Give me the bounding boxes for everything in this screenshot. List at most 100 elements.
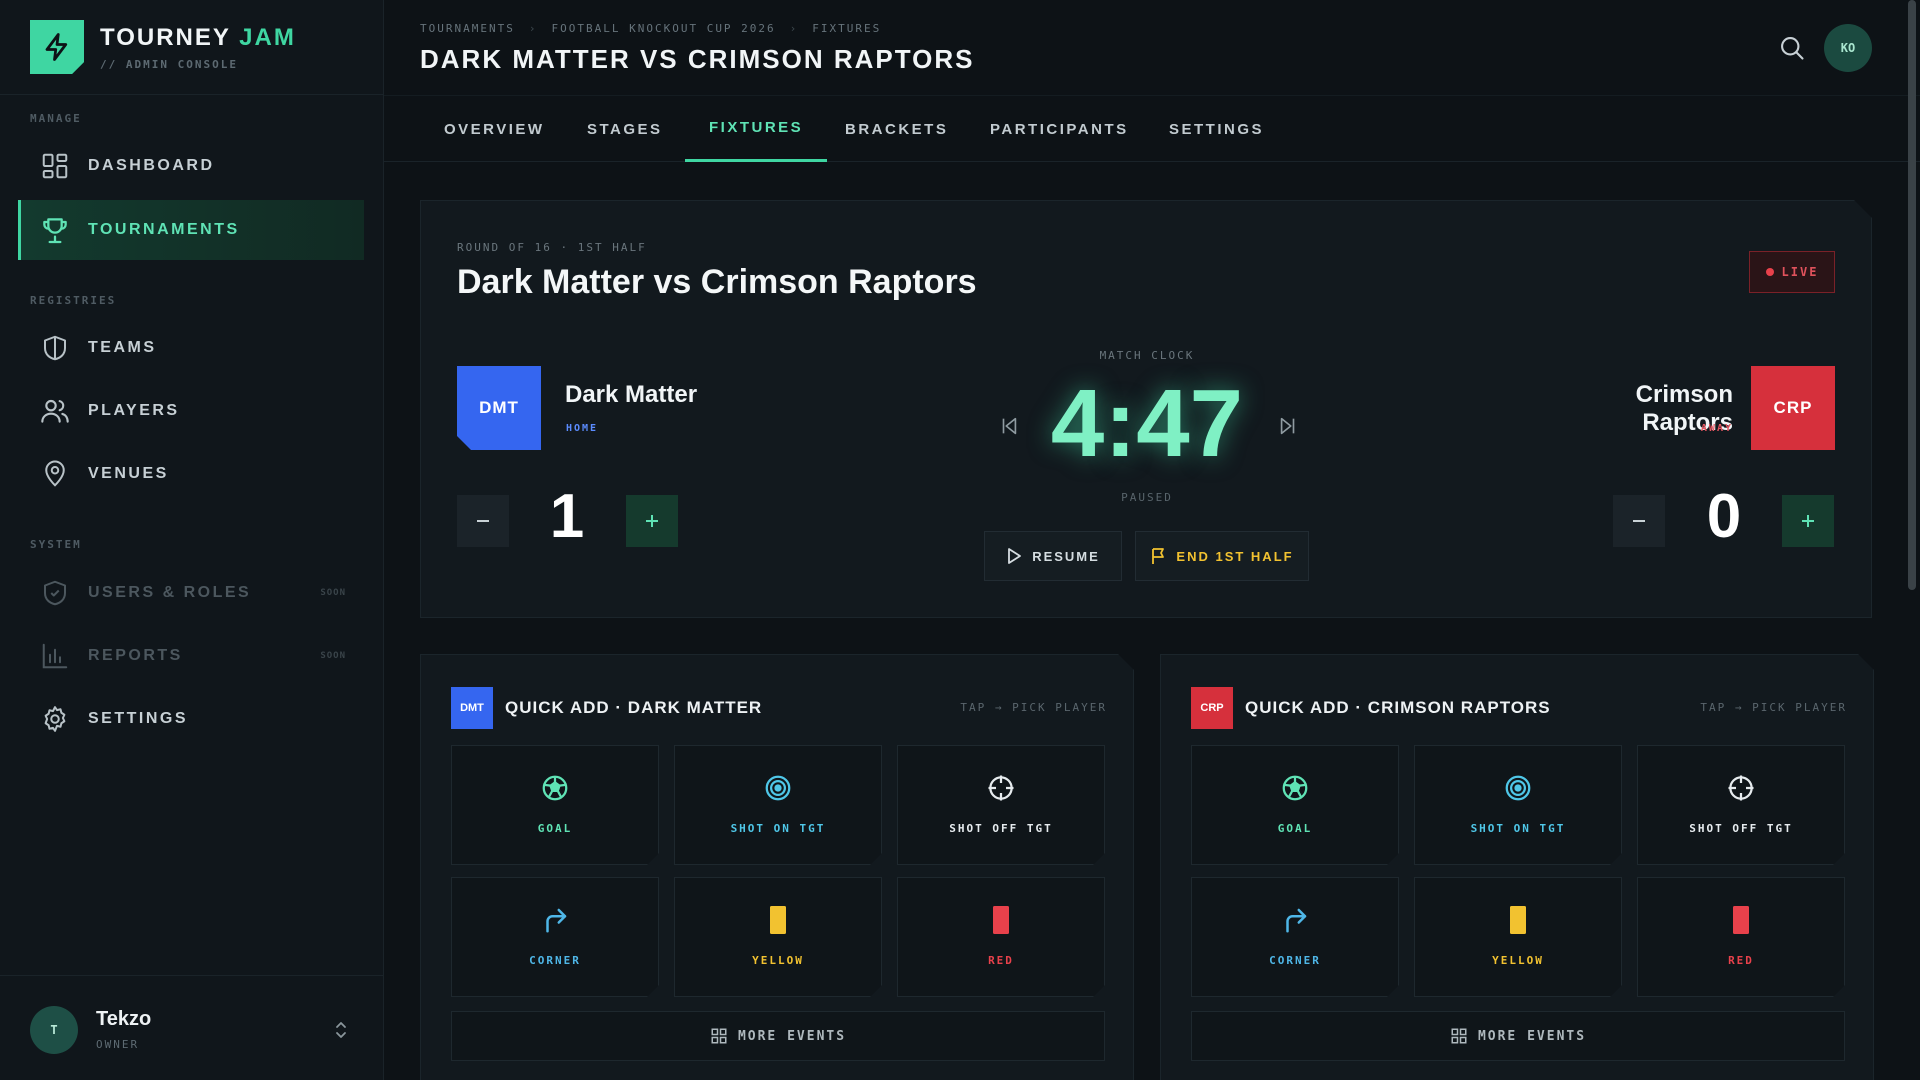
- away-team-badge: CRP: [1751, 366, 1835, 450]
- flag-icon: [1150, 547, 1166, 565]
- tab-stages[interactable]: STAGES: [587, 96, 663, 162]
- trophy-icon: [38, 213, 72, 247]
- event-corner-button[interactable]: CORNER: [1191, 877, 1399, 997]
- crosshair-icon: [898, 772, 1104, 804]
- status-badge: LIVE: [1749, 251, 1835, 293]
- tab-fixtures[interactable]: FIXTURES: [685, 96, 828, 162]
- nav-section-registries: REGISTRIES: [30, 294, 117, 307]
- quick-add-hint: TAP → PICK PLAYER: [960, 701, 1107, 714]
- nav-section-system: SYSTEM: [30, 538, 82, 551]
- quick-add-away-panel: CRP QUICK ADD · CRIMSON RAPTORS TAP → PI…: [1160, 654, 1874, 1080]
- event-shot-off-target-button[interactable]: SHOT OFF TGT: [897, 745, 1105, 865]
- tab-settings[interactable]: SETTINGS: [1169, 96, 1264, 162]
- event-corner-button[interactable]: CORNER: [451, 877, 659, 997]
- quick-add-title: QUICK ADD · CRIMSON RAPTORS: [1245, 698, 1551, 717]
- resume-button[interactable]: RESUME: [984, 531, 1122, 581]
- away-team-mini-badge: CRP: [1191, 687, 1233, 729]
- breadcrumb: TOURNAMENTS › FOOTBALL KNOCKOUT CUP 2026…: [420, 22, 881, 35]
- top-header: TOURNAMENTS › FOOTBALL KNOCKOUT CUP 2026…: [384, 0, 1920, 96]
- live-dot-icon: [1766, 268, 1774, 276]
- sidebar-item-label: PLAYERS: [88, 402, 180, 419]
- event-goal-button[interactable]: GOAL: [1191, 745, 1399, 865]
- quick-add-hint: TAP → PICK PLAYER: [1700, 701, 1847, 714]
- brand[interactable]: TOURNEY JAM // ADMIN CONSOLE: [30, 20, 296, 74]
- away-side-label: AWAY: [1700, 423, 1733, 434]
- shield-check-icon: [38, 576, 72, 610]
- home-score-increment-button[interactable]: [626, 495, 678, 547]
- bar-chart-icon: [38, 639, 72, 673]
- corner-arrow-icon: [452, 904, 658, 936]
- sidebar-item-label: DASHBOARD: [88, 157, 215, 174]
- sidebar-item-venues[interactable]: VENUES: [18, 444, 364, 504]
- away-score: 0: [1706, 482, 1742, 551]
- sidebar-item-label: TOURNAMENTS: [88, 221, 240, 238]
- home-side-label: HOME: [566, 423, 599, 434]
- yellow-card-icon: [1415, 904, 1621, 936]
- dashboard-grid-icon: [38, 149, 72, 183]
- grid-icon: [710, 1027, 728, 1045]
- yellow-card-icon: [675, 904, 881, 936]
- round-label: ROUND OF 16 · 1ST HALF: [457, 241, 647, 254]
- divider: [0, 94, 384, 95]
- search-icon[interactable]: [1774, 30, 1810, 66]
- football-icon: [452, 772, 658, 804]
- crosshair-icon: [1638, 772, 1844, 804]
- tab-brackets[interactable]: BRACKETS: [845, 96, 948, 162]
- quick-add-home-panel: DMT QUICK ADD · DARK MATTER TAP → PICK P…: [420, 654, 1134, 1080]
- sidebar-item-tournaments[interactable]: TOURNAMENTS: [18, 200, 364, 260]
- map-pin-icon: [38, 457, 72, 491]
- tab-participants[interactable]: PARTICIPANTS: [990, 96, 1129, 162]
- home-score-decrement-button[interactable]: [457, 495, 509, 547]
- tab-bar: OVERVIEW STAGES FIXTURES BRACKETS PARTIC…: [384, 96, 1920, 162]
- breadcrumb-item[interactable]: FOOTBALL KNOCKOUT CUP 2026: [551, 22, 775, 35]
- page-scrollbar[interactable]: [1908, 0, 1916, 590]
- sidebar-item-dashboard[interactable]: DASHBOARD: [18, 136, 364, 196]
- event-label: GOAL: [537, 822, 573, 835]
- sidebar-item-settings[interactable]: SETTINGS: [18, 689, 364, 749]
- event-red-card-button[interactable]: RED: [1637, 877, 1845, 997]
- soon-badge: SOON: [320, 651, 346, 661]
- event-goal-button[interactable]: GOAL: [451, 745, 659, 865]
- event-label: RED: [1728, 954, 1754, 967]
- event-label: SHOT ON TGT: [1470, 822, 1566, 835]
- event-label: SHOT OFF TGT: [949, 822, 1053, 835]
- event-label: YELLOW: [752, 954, 804, 967]
- event-yellow-card-button[interactable]: YELLOW: [674, 877, 882, 997]
- sidebar-item-label: TEAMS: [88, 339, 157, 356]
- soon-badge: SOON: [320, 588, 346, 598]
- home-team-name: Dark Matter: [565, 381, 698, 408]
- event-label: CORNER: [1269, 954, 1321, 967]
- user-role: OWNER: [96, 1038, 140, 1051]
- event-red-card-button[interactable]: RED: [897, 877, 1105, 997]
- event-shot-on-target-button[interactable]: SHOT ON TGT: [674, 745, 882, 865]
- sidebar-item-players[interactable]: PLAYERS: [18, 381, 364, 441]
- nav-section-manage: MANAGE: [30, 112, 82, 125]
- breadcrumb-item[interactable]: FIXTURES: [812, 22, 881, 35]
- match-title: Dark Matter vs Crimson Raptors: [457, 263, 977, 301]
- skip-forward-icon[interactable]: [1273, 411, 1303, 441]
- red-card-icon: [1638, 904, 1844, 936]
- end-half-button[interactable]: END 1ST HALF: [1135, 531, 1309, 581]
- away-score-increment-button[interactable]: [1782, 495, 1834, 547]
- event-label: GOAL: [1277, 822, 1313, 835]
- more-events-button[interactable]: MORE EVENTS: [1191, 1011, 1845, 1061]
- away-score-decrement-button[interactable]: [1613, 495, 1665, 547]
- red-card-icon: [898, 904, 1104, 936]
- chevron-up-down-icon[interactable]: [330, 1016, 352, 1044]
- user-menu[interactable]: T Tekzo OWNER: [0, 975, 384, 1080]
- sidebar-item-label: USERS & ROLES: [88, 584, 252, 601]
- football-icon: [1192, 772, 1398, 804]
- avatar[interactable]: KO: [1824, 24, 1872, 72]
- sidebar-item-teams[interactable]: TEAMS: [18, 318, 364, 378]
- brand-subtitle: // ADMIN CONSOLE: [100, 57, 238, 71]
- lightning-bolt-icon: [30, 20, 84, 74]
- sidebar-item-label: REPORTS: [88, 647, 183, 664]
- event-label: YELLOW: [1492, 954, 1544, 967]
- event-shot-on-target-button[interactable]: SHOT ON TGT: [1414, 745, 1622, 865]
- more-events-button[interactable]: MORE EVENTS: [451, 1011, 1105, 1061]
- event-shot-off-target-button[interactable]: SHOT OFF TGT: [1637, 745, 1845, 865]
- tab-overview[interactable]: OVERVIEW: [444, 96, 545, 162]
- breadcrumb-item[interactable]: TOURNAMENTS: [420, 22, 515, 35]
- shield-icon: [38, 331, 72, 365]
- event-yellow-card-button[interactable]: YELLOW: [1414, 877, 1622, 997]
